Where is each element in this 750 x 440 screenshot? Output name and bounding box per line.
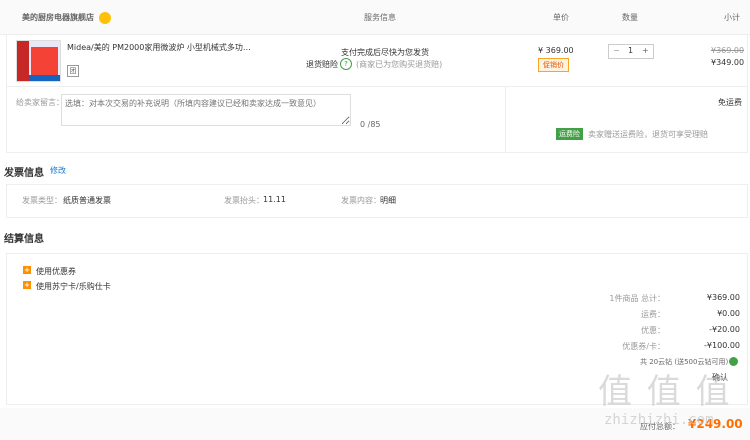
order-header: 美的厨房电器旗舰店 服务信息 单价 数量 小计 (0, 0, 750, 35)
invoice-content-value: 明细 (380, 196, 396, 205)
qty-plus-button[interactable]: + (642, 46, 649, 55)
original-subtotal: ¥369.00 (711, 46, 745, 55)
row-divider (505, 86, 506, 152)
insurance-text: 卖家赠送运费险，退货可享受理赔 (588, 130, 708, 139)
watermark-logo: 值 值 值 (598, 372, 732, 412)
message-label: 给卖家留言： (16, 98, 64, 107)
expand-plus-icon[interactable]: + (23, 281, 31, 289)
qty-minus-button[interactable]: − (613, 46, 620, 55)
unit-price: ¥ 369.00 (538, 46, 574, 55)
shop-name[interactable]: 美的厨房电器旗舰店 (22, 12, 94, 23)
watermark-text: zhizhizhi.com (604, 412, 714, 428)
invoice-head-label: 发票抬头： (224, 196, 264, 205)
summary-label: 1件商品 总计： (609, 294, 665, 303)
product-thumbnail[interactable] (16, 40, 61, 82)
use-coupon[interactable]: 使用优惠券 (36, 266, 76, 277)
summary-value: ¥369.00 (706, 293, 740, 302)
header-subtotal: 小计 (724, 13, 740, 22)
service-note: (商家已为您购买退货赔) (356, 60, 443, 69)
quantity-stepper: − 1 + (608, 44, 654, 59)
payment-title: 结算信息 (4, 234, 44, 245)
invoice-title: 发票信息 (4, 168, 44, 179)
free-shipping: 免运费 (718, 98, 742, 107)
summary-value: -¥100.00 (704, 341, 740, 350)
summary-label: 优惠券/卡： (622, 342, 665, 351)
service-return: 退货赔险 (306, 60, 338, 69)
summary-label: 优惠： (641, 326, 665, 335)
summary-value: ¥0.00 (717, 309, 740, 318)
group-tag: 团 (67, 65, 79, 77)
header-price: 单价 (553, 13, 569, 22)
qty-value[interactable]: 1 (628, 46, 633, 55)
header-service: 服务信息 (364, 13, 396, 22)
expand-plus-icon[interactable]: + (23, 266, 31, 274)
help-icon[interactable]: ? (340, 58, 352, 70)
invoice-type-value: 纸质普通发票 (63, 196, 111, 205)
item-subtotal: ¥349.00 (711, 58, 745, 67)
summary-label: 运费： (641, 310, 665, 319)
invoice-type-label: 发票类型： (22, 196, 62, 205)
promo-badge: 促销价 (538, 58, 569, 72)
char-counter: 0 /85 (360, 120, 381, 129)
shop-badge-icon (99, 12, 111, 24)
invoice-edit-link[interactable]: 修改 (50, 165, 66, 176)
insurance-tag: 运费险 (556, 128, 583, 140)
invoice-content-label: 发票内容： (341, 196, 381, 205)
message-input[interactable] (61, 94, 351, 126)
service-ship: 支付完成后尽快为您发货 (341, 48, 429, 57)
use-gift-card[interactable]: 使用苏宁卡/乐购仕卡 (36, 281, 111, 292)
invoice-head-value: 11.11 (263, 195, 286, 204)
summary-value: -¥20.00 (709, 325, 740, 334)
header-qty: 数量 (622, 13, 638, 22)
product-name[interactable]: Midea/美的 PM2000家用微波炉 小型机械式多功能 ... (67, 42, 257, 53)
